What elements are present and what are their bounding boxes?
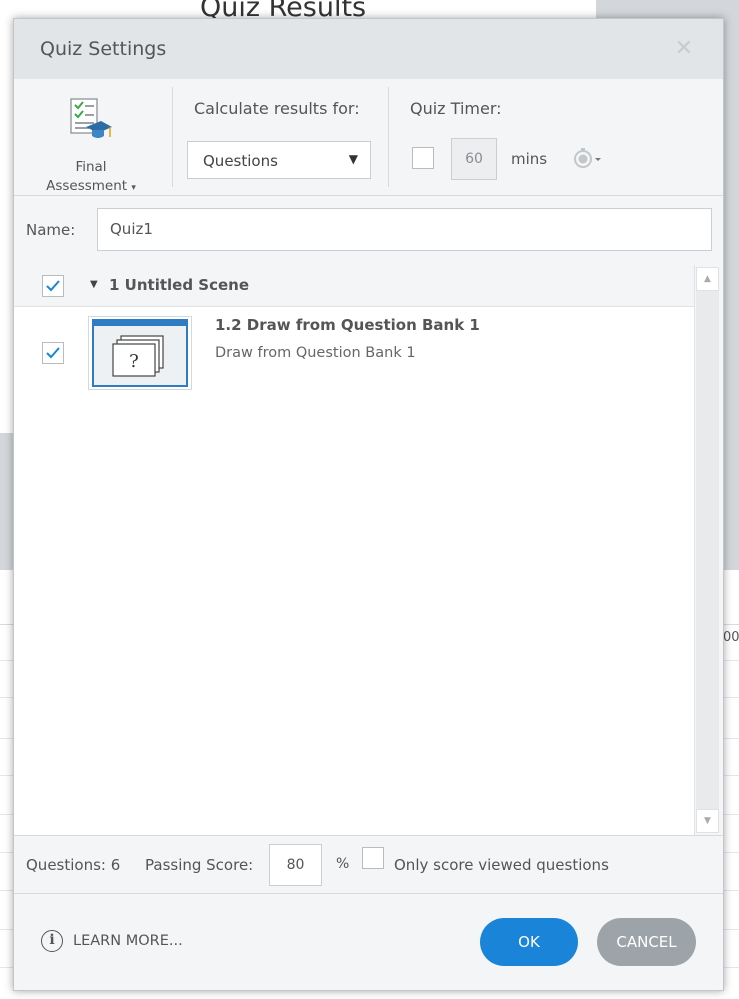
quiz-name-input[interactable]: Quiz1 [97,208,712,251]
score-settings: Questions: 6 Passing Score: 80 % Only sc… [14,835,723,893]
settings-toolbar: Final Assessment ▾ Calculate results for… [14,79,723,195]
slide-checkbox[interactable] [42,342,64,364]
slide-subtitle: Draw from Question Bank 1 [215,345,416,361]
list-item: ? 1.2 Draw from Question Bank 1 Draw fro… [14,307,694,397]
cancel-button[interactable]: CANCEL [597,918,696,966]
calculate-results-label: Calculate results for: [194,99,360,118]
toolbar-divider-line [14,195,723,196]
question-bank-icon: ? [92,319,188,387]
question-list: ▼ 1 Untitled Scene ? 1.2 Draw from Quest… [14,265,694,835]
percent-label: % [336,856,350,872]
info-icon: i [41,930,63,952]
question-count: Questions: 6 [26,856,121,874]
footer-divider-line [14,893,723,894]
calculate-results-value: Questions [203,152,278,170]
dialog-titlebar: Quiz Settings ✕ [14,19,723,79]
scene-collapse-icon[interactable]: ▼ [90,279,98,290]
passing-score-label: Passing Score: [145,856,254,874]
close-icon[interactable]: ✕ [675,36,693,61]
toolbar-divider [388,87,389,187]
assessment-icon [70,98,112,138]
toolbar-divider [172,87,173,187]
question-list-scrollbar[interactable]: ▲ ▼ [694,265,720,835]
ok-button[interactable]: OK [480,918,578,966]
passing-score-input[interactable]: 80 [269,844,322,886]
slide-thumbnail[interactable]: ? [88,316,192,390]
quiz-timer-unit: mins [511,150,548,168]
calculate-results-select[interactable]: Questions ▼ [187,141,371,179]
quiz-timer-checkbox[interactable] [412,147,434,169]
learn-more-label: LEARN MORE... [73,933,183,949]
final-assessment-label: Final Assessment ▾ [26,158,156,198]
quiz-settings-dialog: Quiz Settings ✕ Final Assessment ▾ Calcu… [13,18,724,991]
dialog-title: Quiz Settings [40,38,167,60]
scene-row: ▼ 1 Untitled Scene [14,265,694,307]
quiz-name-label: Name: [26,221,76,239]
slide-title: 1.2 Draw from Question Bank 1 [215,316,480,334]
scene-checkbox[interactable] [42,275,64,297]
background-canvas-strip [0,433,14,570]
scroll-up-icon[interactable]: ▲ [696,267,719,291]
final-assessment-button[interactable]: Final Assessment ▾ [26,95,156,194]
only-viewed-checkbox[interactable] [362,847,384,869]
quiz-timer-input[interactable]: 60 [451,138,497,180]
quiz-timer-label: Quiz Timer: [410,99,502,118]
background-timeline-label: 00:2 [723,630,739,645]
timer-options-icon[interactable] [572,148,604,170]
scene-title: 1 Untitled Scene [109,276,249,294]
scrollbar-track[interactable] [696,291,719,809]
assessment-label-line2: Assessment [46,178,128,194]
caret-down-icon: ▼ [348,152,358,166]
chevron-down-icon: ▾ [131,183,136,193]
only-viewed-label: Only score viewed questions [394,856,609,874]
svg-text:?: ? [129,351,139,372]
checkmark-icon [46,280,60,292]
assessment-label-line1: Final [75,159,107,175]
checkmark-icon [46,347,60,359]
scroll-down-icon[interactable]: ▼ [696,809,719,833]
